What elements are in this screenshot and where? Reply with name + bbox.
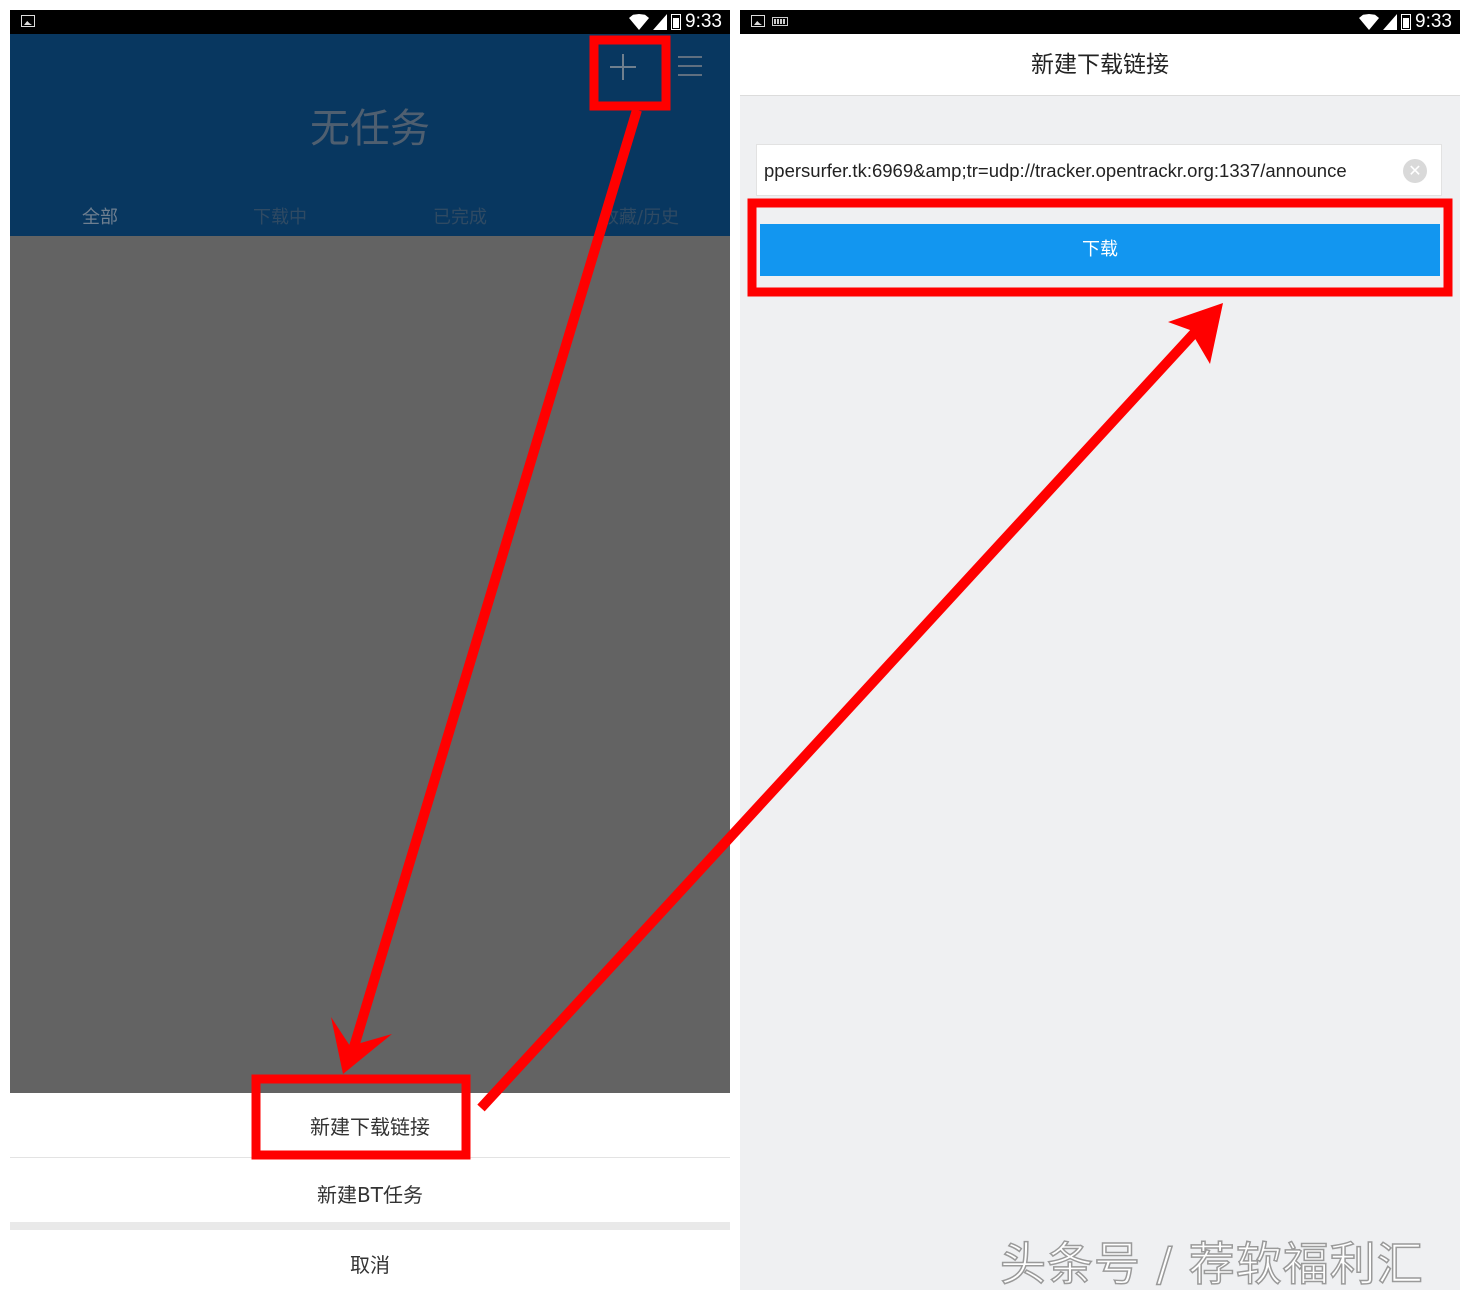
status-icons: 9:33 bbox=[629, 10, 722, 34]
tab-favorites-history[interactable]: 收藏/历史 bbox=[550, 200, 730, 236]
page-title: 无任务 bbox=[310, 106, 430, 152]
wifi-icon bbox=[629, 14, 650, 30]
url-input-value[interactable]: ppersurfer.tk:6969&amp;tr=udp://tracker.… bbox=[764, 145, 1394, 197]
plus-icon[interactable] bbox=[606, 50, 640, 84]
cancel-button[interactable]: 取消 bbox=[10, 1249, 730, 1278]
download-button[interactable]: 下载 bbox=[760, 224, 1440, 276]
status-icons: 9:33 bbox=[1359, 10, 1452, 34]
new-download-link-option[interactable]: 新建下载链接 bbox=[10, 1111, 730, 1140]
signal-icon bbox=[1383, 14, 1398, 30]
status-bar: 9:33 bbox=[10, 10, 730, 34]
new-bt-task-option[interactable]: 新建BT任务 bbox=[10, 1179, 730, 1208]
dialog-header: 新建下载链接 bbox=[740, 34, 1460, 96]
signal-icon bbox=[653, 14, 668, 30]
battery-icon bbox=[671, 14, 682, 30]
right-screen: 9:33 新建下载链接 ppersurfer.tk:6969&amp;tr=ud… bbox=[740, 10, 1460, 1290]
gallery-notification-icon bbox=[751, 15, 765, 27]
url-input[interactable]: ppersurfer.tk:6969&amp;tr=udp://tracker.… bbox=[756, 144, 1442, 196]
app-header: 无任务 全部 下载中 已完成 收藏/历史 bbox=[10, 34, 730, 236]
battery-icon bbox=[1401, 14, 1412, 30]
status-time: 9:33 bbox=[685, 11, 722, 32]
list-menu-icon[interactable] bbox=[678, 54, 704, 80]
left-screen: 9:33 无任务 全部 下载中 已完成 收藏/历史 新建下载链接 新建BT任务 … bbox=[10, 10, 730, 1290]
sheet-divider bbox=[10, 1157, 730, 1158]
tab-downloading[interactable]: 下载中 bbox=[190, 200, 370, 236]
tab-bar: 全部 下载中 已完成 收藏/历史 bbox=[10, 200, 730, 236]
dimmed-content-overlay[interactable] bbox=[10, 236, 730, 1093]
tab-all[interactable]: 全部 bbox=[10, 200, 190, 236]
watermark: 头条号 / 荐软福利汇 bbox=[999, 1236, 1424, 1290]
tab-completed[interactable]: 已完成 bbox=[370, 200, 550, 236]
keyboard-icon bbox=[772, 17, 788, 26]
sheet-gap bbox=[10, 1222, 730, 1230]
gallery-notification-icon bbox=[21, 15, 35, 27]
clear-icon[interactable]: ✕ bbox=[1403, 159, 1427, 183]
status-bar: 9:33 bbox=[740, 10, 1460, 34]
action-sheet: 新建下载链接 新建BT任务 取消 bbox=[10, 1093, 730, 1290]
dialog-title: 新建下载链接 bbox=[1031, 52, 1169, 78]
status-time: 9:33 bbox=[1415, 11, 1452, 32]
wifi-icon bbox=[1359, 14, 1380, 30]
